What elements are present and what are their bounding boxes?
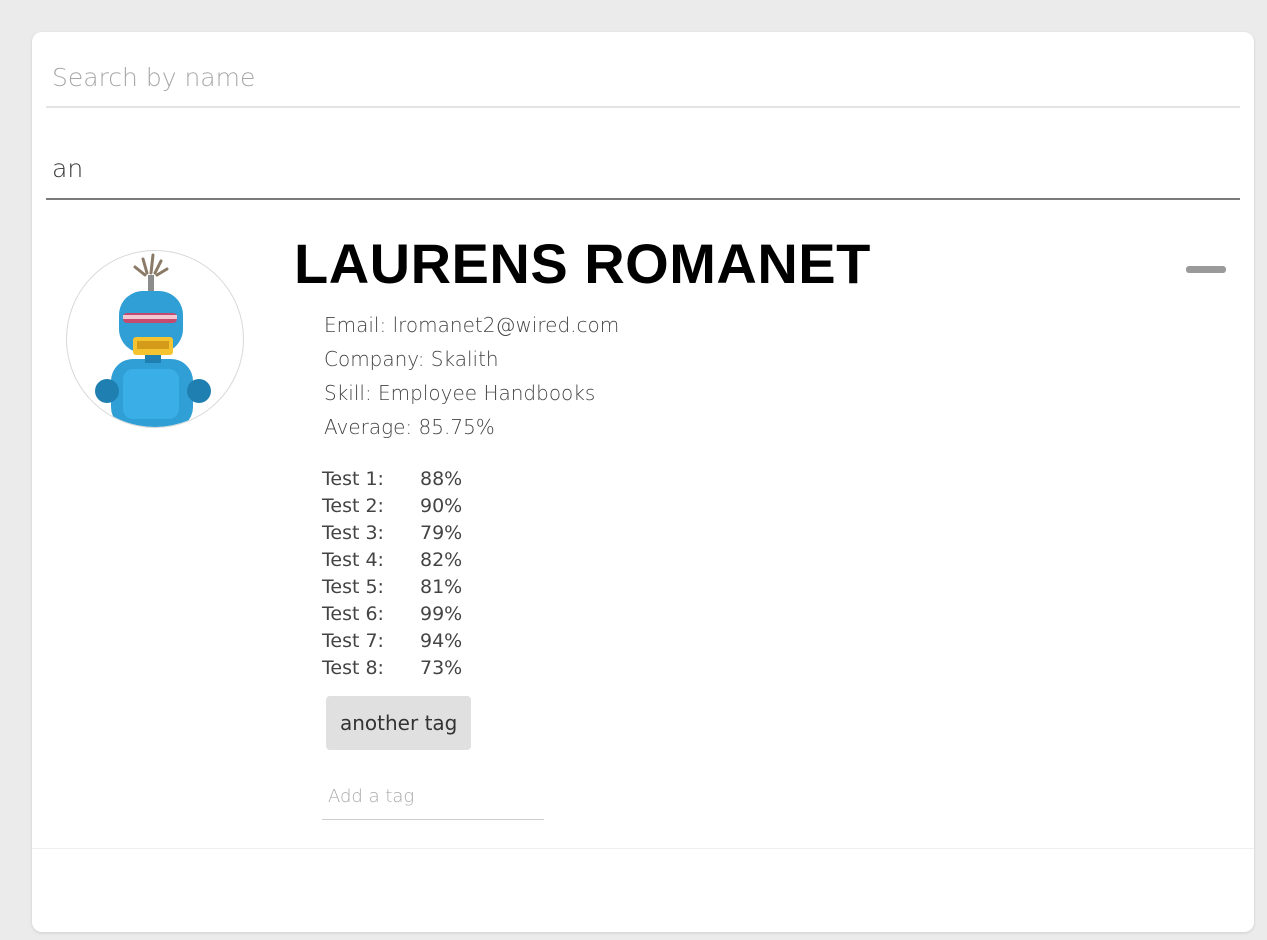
test-scores-list: Test 1: 88% Test 2: 90% Test 3: 79% Test…: [322, 466, 462, 682]
student-name: LAURENS ROMANET: [294, 232, 871, 295]
test-score: 81%: [420, 576, 463, 598]
test-score-row: Test 8: 73%: [322, 655, 462, 682]
test-score: 94%: [420, 630, 463, 652]
test-score: 99%: [420, 603, 463, 625]
student-average: Average: 85.75%: [324, 415, 495, 439]
test-label: Test 2:: [322, 495, 384, 517]
test-score: 90%: [420, 495, 463, 517]
tag-chip: another tag: [326, 696, 472, 750]
student-skill: Skill: Employee Handbooks: [324, 381, 596, 405]
student-details: Email: lromanet2@wired.com Company: Skal…: [324, 308, 619, 444]
test-score-row: Test 4: 82%: [322, 547, 462, 574]
minus-icon: [1186, 266, 1226, 273]
test-score-row: Test 2: 90%: [322, 493, 462, 520]
name-search-input[interactable]: [46, 48, 1240, 108]
test-score-row: Test 5: 81%: [322, 574, 462, 601]
test-label: Test 3:: [322, 522, 384, 544]
test-label: Test 8:: [322, 657, 384, 679]
test-label: Test 4:: [322, 549, 384, 571]
test-label: Test 5:: [322, 576, 384, 598]
student-company: Company: Skalith: [324, 347, 499, 371]
student-list-card: LAURENS ROMANET Email: lromanet2@wired.c…: [32, 32, 1254, 932]
collapse-button[interactable]: [1184, 260, 1228, 280]
add-tag-input[interactable]: [322, 774, 544, 820]
test-score-row: Test 3: 79%: [322, 520, 462, 547]
test-score: 88%: [420, 468, 463, 490]
test-label: Test 7:: [322, 630, 384, 652]
student-item: LAURENS ROMANET Email: lromanet2@wired.c…: [32, 202, 1254, 849]
test-score: 73%: [420, 657, 463, 679]
test-score: 82%: [420, 549, 463, 571]
tag-search-input[interactable]: [46, 138, 1240, 200]
student-email: Email: lromanet2@wired.com: [324, 313, 620, 337]
test-score-row: Test 6: 99%: [322, 601, 462, 628]
test-score: 79%: [420, 522, 463, 544]
test-score-row: Test 1: 88%: [322, 466, 462, 493]
robot-avatar-icon: [95, 253, 211, 427]
test-label: Test 1:: [322, 468, 384, 490]
test-label: Test 6:: [322, 603, 384, 625]
test-score-row: Test 7: 94%: [322, 628, 462, 655]
avatar: [66, 250, 244, 428]
